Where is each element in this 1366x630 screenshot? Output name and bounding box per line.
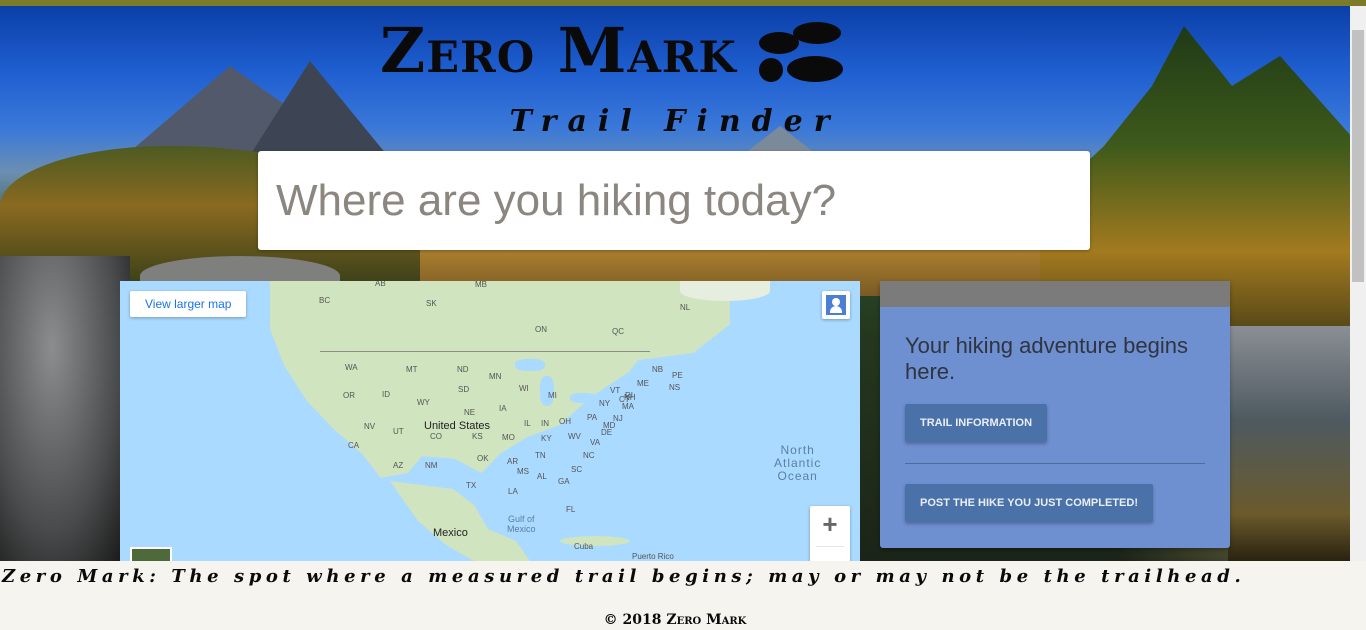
map-label: KY bbox=[541, 434, 552, 443]
map-label: IL bbox=[524, 419, 531, 428]
map-label: MS bbox=[517, 467, 529, 476]
map-label: CO bbox=[430, 432, 442, 441]
map-label: SD bbox=[458, 385, 470, 394]
map-label: MT bbox=[406, 365, 418, 374]
map-label: AL bbox=[537, 472, 547, 481]
map-label: AR bbox=[507, 457, 519, 466]
map-label: PE bbox=[672, 371, 683, 380]
map-label: NV bbox=[364, 422, 376, 431]
map-label: SK bbox=[426, 299, 437, 308]
map-label: AZ bbox=[393, 461, 404, 470]
map-label: WV bbox=[568, 432, 581, 441]
map-label: LA bbox=[508, 487, 518, 496]
zoom-divider bbox=[816, 546, 844, 547]
map-label: CA bbox=[348, 441, 360, 450]
map-land-cuba bbox=[560, 536, 630, 546]
map-label-ocean: North Atlantic Ocean bbox=[774, 443, 822, 483]
map-label-country: United States bbox=[424, 420, 491, 432]
map-label: OR bbox=[343, 391, 355, 400]
map-label: QC bbox=[612, 327, 624, 336]
map-label: MN bbox=[489, 372, 502, 381]
map-label: NS bbox=[669, 383, 681, 392]
brand: Zero Mark bbox=[380, 16, 843, 86]
map-label: NC bbox=[583, 451, 595, 460]
map-lake bbox=[515, 359, 545, 371]
map-label: IN bbox=[541, 419, 549, 428]
map-land-north-america bbox=[270, 281, 730, 478]
map-label: Puerto Rico bbox=[632, 552, 674, 561]
map-label: ND bbox=[457, 365, 469, 374]
info-card: Your hiking adventure begins here. Trail… bbox=[880, 281, 1230, 548]
map-label: MI bbox=[548, 391, 557, 400]
search-box bbox=[258, 151, 1090, 250]
map-label: TX bbox=[466, 481, 477, 490]
card-title: Your hiking adventure begins here. bbox=[905, 333, 1188, 384]
site-subtitle: Trail Finder bbox=[509, 104, 841, 139]
map-label: TN bbox=[535, 451, 546, 460]
map-label: WI bbox=[519, 384, 529, 393]
map-lake bbox=[570, 393, 596, 403]
card-divider bbox=[905, 463, 1205, 464]
map-label: FL bbox=[566, 505, 576, 514]
search-input[interactable] bbox=[258, 151, 1090, 250]
map-label: WY bbox=[417, 398, 430, 407]
map-label: KS bbox=[472, 432, 483, 441]
map-label: NJ bbox=[613, 414, 623, 423]
map-label: ID bbox=[382, 390, 390, 399]
site-title: Zero Mark bbox=[380, 14, 737, 87]
map-label: NL bbox=[680, 303, 691, 312]
map-border-line bbox=[320, 351, 650, 352]
view-larger-map-link[interactable]: View larger map bbox=[130, 291, 247, 317]
map-label: UT bbox=[393, 427, 404, 436]
map-label: Cuba bbox=[574, 542, 594, 551]
map-label-gulf: Gulf of Mexico bbox=[507, 514, 536, 534]
footprints-icon bbox=[757, 18, 843, 84]
map-label: PA bbox=[587, 413, 598, 422]
map-land-greenland bbox=[680, 281, 770, 301]
post-hike-button[interactable]: Post the hike you just completed! bbox=[905, 484, 1153, 522]
rocks-shape bbox=[0, 256, 130, 561]
zoom-in-button[interactable]: + bbox=[810, 506, 850, 544]
map-label: OK bbox=[477, 454, 489, 463]
card-header bbox=[880, 281, 1230, 307]
map-label: MA bbox=[622, 402, 634, 411]
map-label: AB bbox=[375, 281, 386, 288]
map-label: NY bbox=[599, 399, 611, 408]
map-label: WA bbox=[345, 363, 358, 372]
map-label: MB bbox=[475, 281, 487, 289]
map-label: NE bbox=[464, 408, 476, 417]
map-label: NB bbox=[652, 365, 664, 374]
map-zoom-control: + bbox=[810, 506, 850, 561]
map-label: MO bbox=[502, 433, 515, 442]
embedded-map[interactable]: AB MB BC SK NL ON QC WA MT ND MN OR ID S… bbox=[120, 281, 860, 561]
map-label: OH bbox=[559, 417, 571, 426]
footer-tagline: Zero Mark: The spot where a measured tra… bbox=[2, 566, 1246, 587]
map-label: ME bbox=[637, 379, 649, 388]
trail-information-button[interactable]: Trail Information bbox=[905, 404, 1048, 442]
map-label: IA bbox=[499, 404, 507, 413]
rocks-shape bbox=[1228, 326, 1350, 561]
map-label: NH bbox=[624, 393, 636, 402]
page-scrollbar-thumb[interactable] bbox=[1352, 30, 1364, 282]
pegman-icon[interactable] bbox=[822, 291, 850, 319]
map-label-country: Mexico bbox=[433, 527, 468, 539]
footer-copyright: © 2018 Zero Mark bbox=[603, 612, 747, 628]
map-label: DE bbox=[601, 428, 613, 437]
map-label: SC bbox=[571, 465, 583, 474]
map-label: ON bbox=[535, 325, 547, 334]
map-label: NM bbox=[425, 461, 438, 470]
map-label: BC bbox=[319, 296, 331, 305]
map-label: VT bbox=[610, 386, 621, 395]
map-label: GA bbox=[558, 477, 570, 486]
map-label: VA bbox=[590, 438, 601, 447]
map-type-thumbnail[interactable] bbox=[130, 547, 172, 561]
